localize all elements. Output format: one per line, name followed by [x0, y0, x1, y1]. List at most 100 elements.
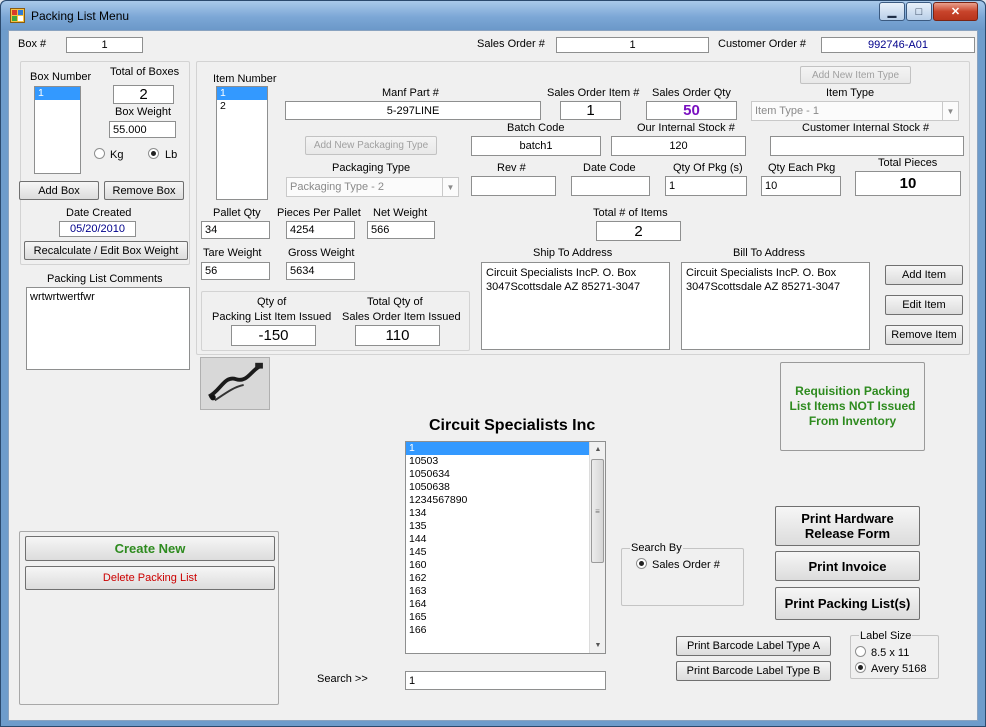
qty-issued-label-2: Packing List Item Issued: [212, 311, 332, 323]
item-number-list[interactable]: 1 2: [216, 86, 268, 200]
bill-to-address[interactable]: Circuit Specialists IncP. O. Box 3047Sco…: [681, 262, 870, 350]
item-type-select[interactable]: Item Type - 1 ▼: [751, 101, 959, 121]
gross-weight-field[interactable]: 5634: [286, 262, 355, 280]
comments-textarea[interactable]: wrtwrtwertfwr: [26, 287, 190, 370]
search-by-radio[interactable]: [636, 558, 647, 569]
list-item[interactable]: 1050634: [406, 468, 605, 481]
delete-packing-list-button[interactable]: Delete Packing List: [25, 566, 275, 590]
print-barcode-a-button[interactable]: Print Barcode Label Type A: [676, 636, 831, 656]
orders-scrollbar[interactable]: ▲ ≡ ▼: [589, 442, 605, 653]
list-item[interactable]: 2: [217, 100, 267, 113]
list-item[interactable]: 1234567890: [406, 494, 605, 507]
list-item[interactable]: 10503: [406, 455, 605, 468]
total-items-field[interactable]: 2: [596, 221, 681, 241]
add-packaging-type-button[interactable]: Add New Packaging Type: [305, 136, 437, 155]
box-label: Box #: [18, 38, 47, 50]
list-item[interactable]: 144: [406, 533, 605, 546]
total-boxes-field[interactable]: 2: [113, 85, 174, 104]
scroll-up-icon[interactable]: ▲: [591, 442, 605, 457]
tare-weight-field[interactable]: 56: [201, 262, 270, 280]
label-size-avery-radio[interactable]: [855, 662, 866, 673]
recalculate-button[interactable]: Recalculate / Edit Box Weight: [24, 241, 188, 260]
customer-order-label: Customer Order #: [718, 38, 807, 50]
scroll-thumb[interactable]: ≡: [591, 459, 604, 563]
qty-issued-field[interactable]: -150: [231, 325, 316, 346]
pallet-qty-field[interactable]: 34: [201, 221, 270, 239]
print-packing-lists-button[interactable]: Print Packing List(s): [775, 587, 920, 620]
list-item[interactable]: 1050638: [406, 481, 605, 494]
orders-list[interactable]: 1 10503 1050634 1050638 1234567890 134 1…: [405, 441, 606, 654]
ship-to-address[interactable]: Circuit Specialists IncP. O. Box 3047Sco…: [481, 262, 670, 350]
close-icon: ✕: [950, 6, 961, 18]
remove-box-button[interactable]: Remove Box: [104, 181, 184, 200]
bill-to-label: Bill To Address: [733, 247, 805, 259]
qty-each-label: Qty Each Pkg: [768, 162, 836, 174]
total-issued-field[interactable]: 110: [355, 325, 440, 346]
list-item[interactable]: 166: [406, 624, 605, 637]
box-number-field[interactable]: 1: [66, 37, 143, 53]
total-pieces-field[interactable]: 10: [855, 171, 961, 196]
batch-code-field[interactable]: batch1: [471, 136, 601, 156]
edit-item-button[interactable]: Edit Item: [885, 295, 963, 315]
list-item[interactable]: 1: [35, 87, 80, 100]
list-item[interactable]: 1: [406, 442, 589, 455]
create-new-button[interactable]: Create New: [25, 536, 275, 561]
label-size-85x11-radio[interactable]: [855, 646, 866, 657]
sales-order-label: Sales Order #: [477, 38, 545, 50]
chevron-down-icon: ▼: [942, 102, 958, 120]
list-item[interactable]: 164: [406, 598, 605, 611]
net-weight-field[interactable]: 566: [367, 221, 435, 239]
window-title: Packing List Menu: [31, 9, 130, 23]
list-item[interactable]: 165: [406, 611, 605, 624]
so-item-field[interactable]: 1: [560, 101, 621, 120]
print-hardware-button[interactable]: Print Hardware Release Form: [775, 506, 920, 546]
date-code-field[interactable]: [571, 176, 650, 196]
print-barcode-b-button[interactable]: Print Barcode Label Type B: [676, 661, 831, 681]
so-qty-field[interactable]: 50: [646, 101, 737, 120]
pieces-pallet-field[interactable]: 4254: [286, 221, 355, 239]
lb-radio[interactable]: [148, 148, 159, 159]
add-box-button[interactable]: Add Box: [19, 181, 99, 200]
ship-to-label: Ship To Address: [533, 247, 613, 259]
list-item[interactable]: 163: [406, 585, 605, 598]
add-item-type-button[interactable]: Add New Item Type: [800, 66, 911, 84]
scroll-down-icon[interactable]: ▼: [591, 638, 605, 653]
qty-each-field[interactable]: 10: [761, 176, 841, 196]
add-item-button[interactable]: Add Item: [885, 265, 963, 285]
total-issued-label: Total Qty of: [367, 296, 423, 308]
search-label: Search >>: [317, 673, 368, 685]
remove-item-button[interactable]: Remove Item: [885, 325, 963, 345]
search-input[interactable]: 1: [405, 671, 606, 690]
total-boxes-label: Total of Boxes: [110, 66, 180, 78]
bill-to-line: Circuit Specialists IncP. O. Box: [686, 267, 837, 279]
rev-field[interactable]: [471, 176, 556, 196]
requisition-button[interactable]: Requisition Packing List Items NOT Issue…: [780, 362, 925, 451]
maximize-button[interactable]: □: [906, 2, 932, 21]
qty-pkgs-field[interactable]: 1: [665, 176, 747, 196]
list-item[interactable]: 1: [217, 87, 267, 100]
print-invoice-button[interactable]: Print Invoice: [775, 551, 920, 581]
date-created-field[interactable]: 05/20/2010: [59, 221, 136, 237]
label-size-option: Avery 5168: [871, 663, 927, 675]
list-item[interactable]: 145: [406, 546, 605, 559]
so-qty-label: Sales Order Qty: [652, 87, 731, 99]
sales-order-field[interactable]: 1: [556, 37, 709, 53]
list-item[interactable]: 160: [406, 559, 605, 572]
customer-stock-field[interactable]: [770, 136, 964, 156]
list-item[interactable]: 134: [406, 507, 605, 520]
box-number-list[interactable]: 1: [34, 86, 81, 174]
kg-radio[interactable]: [94, 148, 105, 159]
manf-part-field[interactable]: 5-297LINE: [285, 101, 541, 120]
product-image: [200, 357, 270, 410]
list-item[interactable]: 135: [406, 520, 605, 533]
list-item[interactable]: 162: [406, 572, 605, 585]
close-button[interactable]: ✕: [933, 2, 978, 21]
customer-order-field[interactable]: 992746-A01: [821, 37, 975, 53]
box-number-label: Box Number: [30, 71, 92, 83]
packaging-type-select[interactable]: Packaging Type - 2 ▼: [286, 177, 459, 197]
lb-label: Lb: [165, 149, 178, 161]
box-weight-field[interactable]: 55.000: [109, 121, 176, 138]
title-bar[interactable]: Packing List Menu ▁ □ ✕: [1, 1, 985, 30]
internal-stock-field[interactable]: 120: [611, 136, 746, 156]
minimize-button[interactable]: ▁: [879, 2, 905, 21]
